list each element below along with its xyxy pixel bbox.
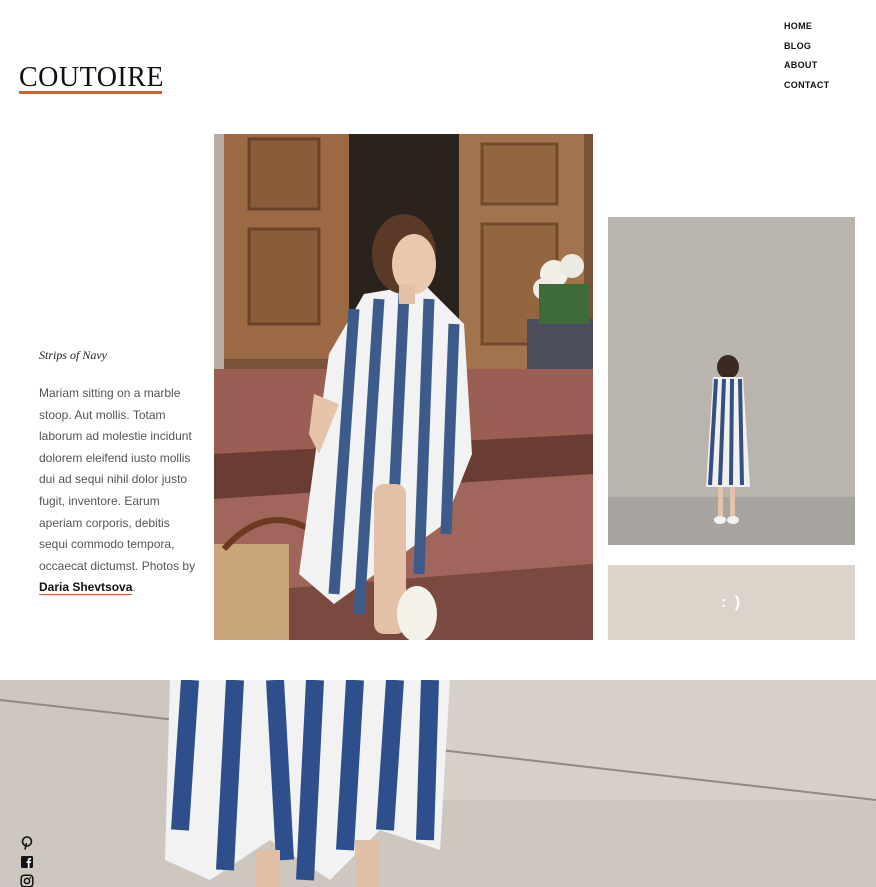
smiley-box: : ) <box>608 565 855 640</box>
main-nav: HOME BLOG ABOUT CONTACT <box>784 20 829 98</box>
logo-underline <box>19 91 163 94</box>
site-logo-text: COUTOIRE <box>19 62 165 93</box>
pinterest-icon[interactable] <box>20 836 34 850</box>
smiley-text: : ) <box>720 593 743 611</box>
instagram-icon[interactable] <box>20 874 34 887</box>
nav-home[interactable]: HOME <box>784 20 829 40</box>
facebook-icon[interactable] <box>20 855 34 869</box>
nav-blog[interactable]: BLOG <box>784 40 829 60</box>
post-body-end: . <box>132 580 136 595</box>
post-body-text: Mariam sitting on a marble stoop. Aut mo… <box>39 386 196 573</box>
author-link[interactable]: Daria Shevtsova <box>39 580 133 596</box>
main-photo[interactable] <box>214 134 593 640</box>
post-body: Mariam sitting on a marble stoop. Aut mo… <box>39 383 199 599</box>
social-links <box>20 836 34 887</box>
site-logo[interactable]: COUTOIRE <box>19 62 165 94</box>
nav-about[interactable]: ABOUT <box>784 59 829 79</box>
post-title: Strips of Navy <box>39 348 107 362</box>
side-photo[interactable] <box>608 217 855 545</box>
banner-photo <box>0 680 876 887</box>
nav-contact[interactable]: CONTACT <box>784 79 829 99</box>
